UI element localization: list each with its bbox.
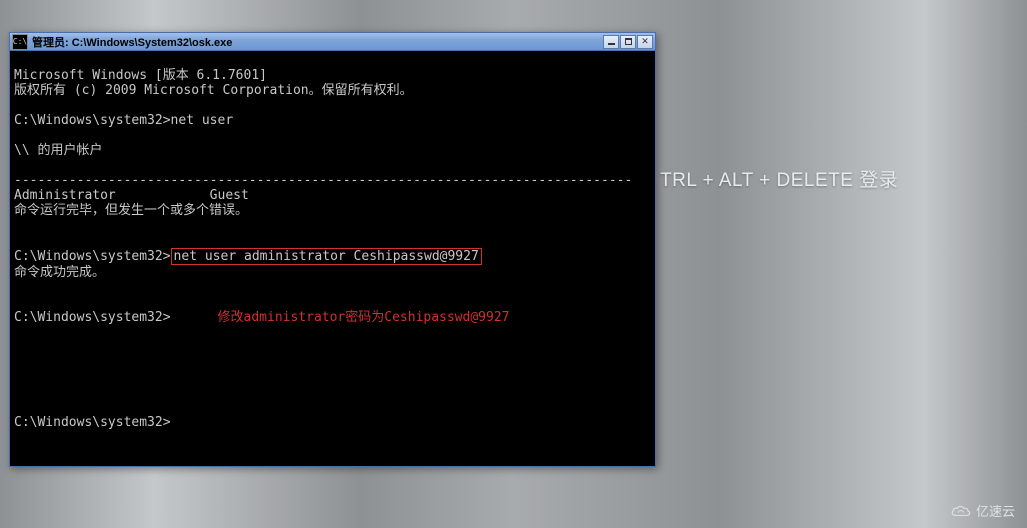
prompt-2: C:\Windows\system32> bbox=[14, 249, 171, 264]
maximize-button[interactable] bbox=[620, 35, 636, 49]
command-2-result: 命令成功完成。 bbox=[14, 265, 105, 280]
accounts-header: \\ 的用户帐户 bbox=[14, 143, 102, 158]
lock-screen-hint: TRL + ALT + DELETE 登录 bbox=[660, 165, 898, 192]
prompt-1: C:\Windows\system32> bbox=[14, 113, 171, 128]
version-line: Microsoft Windows [版本 6.1.7601] bbox=[14, 68, 267, 83]
window-title: 管理员: C:\Windows\System32\osk.exe bbox=[32, 34, 602, 50]
account-guest: Guest bbox=[210, 188, 249, 203]
prompt-line-1: C:\Windows\system32>net user bbox=[14, 113, 233, 128]
annotation-text: 修改administrator密码为Ceshipasswd@9927 bbox=[218, 310, 510, 325]
command-1: net user bbox=[171, 113, 234, 128]
watermark: 亿速云 bbox=[950, 501, 1015, 520]
window-titlebar[interactable]: C:\ 管理员: C:\Windows\System32\osk.exe bbox=[10, 33, 655, 51]
prompt-3: C:\Windows\system32> bbox=[14, 310, 171, 325]
window-controls bbox=[602, 35, 653, 49]
prompt-line-3: C:\Windows\system32> 修改administrator密码为C… bbox=[14, 310, 510, 325]
console-output[interactable]: Microsoft Windows [版本 6.1.7601] 版权所有 (c)… bbox=[10, 51, 655, 466]
cloud-icon bbox=[950, 504, 972, 518]
prompt-4: C:\Windows\system32> bbox=[14, 415, 171, 430]
divider-line: ----------------------------------------… bbox=[14, 173, 632, 188]
close-button[interactable] bbox=[637, 35, 653, 49]
prompt-line-4: C:\Windows\system32> bbox=[14, 415, 171, 430]
command-2-highlighted: net user administrator Ceshipasswd@9927 bbox=[171, 248, 482, 265]
minimize-button[interactable] bbox=[603, 35, 619, 49]
command-prompt-window: C:\ 管理员: C:\Windows\System32\osk.exe Mic… bbox=[9, 32, 656, 467]
copyright-line: 版权所有 (c) 2009 Microsoft Corporation。保留所有… bbox=[14, 83, 413, 98]
watermark-text: 亿速云 bbox=[976, 501, 1015, 520]
cmd-icon: C:\ bbox=[12, 34, 28, 50]
account-administrator: Administrator bbox=[14, 188, 116, 203]
prompt-line-2: C:\Windows\system32>net user administrat… bbox=[14, 249, 482, 264]
command-1-result: 命令运行完毕，但发生一个或多个错误。 bbox=[14, 203, 248, 218]
accounts-row: Administrator Guest bbox=[14, 188, 249, 203]
